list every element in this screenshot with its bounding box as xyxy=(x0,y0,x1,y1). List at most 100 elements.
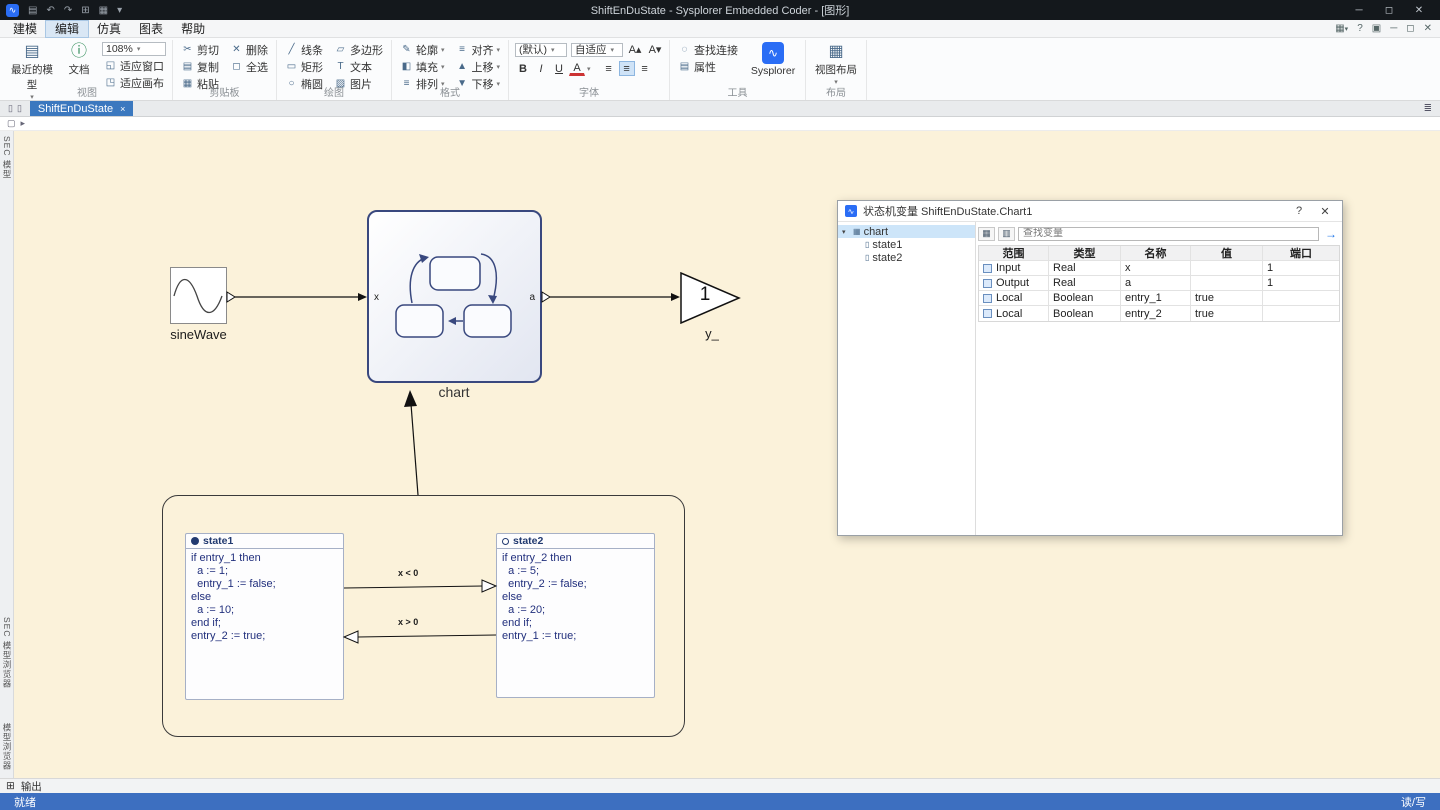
header-port[interactable]: 端口 xyxy=(1263,246,1339,260)
header-value[interactable]: 值 xyxy=(1191,246,1263,260)
fit-window-button[interactable]: ◱ 适应窗口 xyxy=(102,58,166,73)
dialog-help-button[interactable]: ? xyxy=(1289,205,1309,217)
output-panel-label[interactable]: 输出 xyxy=(21,779,42,794)
align-center-button[interactable]: ≡ xyxy=(619,61,635,76)
line-tool-button[interactable]: ╱ 线条 xyxy=(283,42,325,57)
font-color-caret-icon[interactable]: ▾ xyxy=(587,65,591,73)
font-size-select[interactable]: 自适应 ▾ xyxy=(571,43,623,57)
delete-button[interactable]: ✕ 删除 xyxy=(228,42,270,57)
font-increase-icon[interactable]: A▴ xyxy=(627,42,643,57)
view-layout-label: 视图布局 xyxy=(815,62,857,77)
copy-button[interactable]: ▤ 复制 xyxy=(179,59,221,74)
bold-button[interactable]: B xyxy=(515,61,531,76)
sinewave-block[interactable] xyxy=(170,267,227,324)
statemachine-variables-dialog[interactable]: ∿ 状态机变量 ShiftEnDuState.Chart1 ? ✕ ▾ ▦ ch… xyxy=(837,200,1343,536)
tab-list-icon[interactable]: ≣ xyxy=(1416,101,1440,116)
raise-button[interactable]: ▲ 上移 ▾ xyxy=(454,59,503,74)
state2-box[interactable]: state2 if entry_2 then a := 5; entry_2 :… xyxy=(496,533,655,698)
sysplorer-button[interactable]: ∿ Sysplorer xyxy=(747,42,799,77)
menu-modeling[interactable]: 建模 xyxy=(4,21,46,37)
dialog-close-button[interactable]: ✕ xyxy=(1315,205,1335,218)
font-color-button[interactable]: A xyxy=(569,61,585,76)
tree-item-chart[interactable]: ▾ ▦ chart xyxy=(838,225,975,238)
properties-button[interactable]: ▤ 属性 xyxy=(676,59,740,74)
table-row[interactable]: Local Boolean entry_1 true xyxy=(979,291,1339,306)
variable-icon xyxy=(983,294,992,303)
tree-expand-icon[interactable]: ▾ xyxy=(842,228,850,236)
tree-state2-label: state2 xyxy=(872,252,902,264)
font-family-value: (默认) xyxy=(519,42,547,57)
menu-chart[interactable]: 图表 xyxy=(130,21,172,37)
view-layout-button[interactable]: ▦ 视图布局 ▾ xyxy=(812,42,860,86)
mdi-restore-icon[interactable]: ◻ xyxy=(1406,23,1414,34)
menu-help[interactable]: 帮助 xyxy=(172,21,214,37)
mdi-close-icon[interactable]: ✕ xyxy=(1424,23,1432,34)
redo-icon[interactable]: ↷ xyxy=(64,5,72,16)
state1-box[interactable]: state1 if entry_1 then a := 1; entry_1 :… xyxy=(185,533,344,700)
help-icon[interactable]: ? xyxy=(1357,23,1363,34)
minimize-button[interactable]: ─ xyxy=(1344,5,1374,16)
select-all-button[interactable]: ◻ 全选 xyxy=(228,59,270,74)
tree-item-state2[interactable]: ▯ state2 xyxy=(838,251,975,264)
search-go-icon[interactable]: → xyxy=(1322,227,1340,241)
diagram-canvas[interactable]: sineWave x a chart xyxy=(14,131,1440,778)
italic-button[interactable]: I xyxy=(533,61,549,76)
polygon-tool-button[interactable]: ▱ 多边形 xyxy=(332,42,385,57)
header-type[interactable]: 类型 xyxy=(1049,246,1121,260)
table-row[interactable]: Input Real x 1 xyxy=(979,261,1339,276)
align-right-button[interactable]: ≡ xyxy=(637,61,653,76)
chart-block[interactable]: x a xyxy=(367,210,542,383)
tree-item-state1[interactable]: ▯ state1 xyxy=(838,238,975,251)
fill-button[interactable]: ◧ 填充 ▾ xyxy=(398,59,447,74)
raise-icon: ▲ xyxy=(456,61,469,72)
document-button[interactable]: ⓘ 文档 xyxy=(63,42,95,77)
align-left-button[interactable]: ≡ xyxy=(601,61,617,76)
pin-icon[interactable]: ▣ xyxy=(1372,23,1381,34)
menu-simulation[interactable]: 仿真 xyxy=(88,21,130,37)
window-layout-icon[interactable]: ▦▾ xyxy=(1335,23,1348,34)
restore-button[interactable]: ◻ xyxy=(1374,5,1404,16)
panel-icon[interactable]: ▦ xyxy=(99,5,108,16)
rect-tool-button[interactable]: ▭ 矩形 xyxy=(283,59,325,74)
font-decrease-icon[interactable]: A▾ xyxy=(647,42,663,57)
dock-tab-sec-model[interactable]: SEC 模型 xyxy=(1,136,13,179)
save-icon[interactable]: ▤ xyxy=(28,5,37,16)
header-scope[interactable]: 范围 xyxy=(979,246,1049,260)
table-row[interactable]: Output Real a 1 xyxy=(979,276,1339,291)
dialog-titlebar[interactable]: ∿ 状态机变量 ShiftEnDuState.Chart1 ? ✕ xyxy=(838,201,1342,221)
cut-button[interactable]: ✂ 剪切 xyxy=(179,42,221,57)
undo-icon[interactable]: ↶ xyxy=(46,5,54,16)
dock-tab-sec-model-browser[interactable]: SEC 模型浏览器 xyxy=(1,617,13,688)
tab-close-icon[interactable]: × xyxy=(120,104,125,114)
search-variable-input[interactable] xyxy=(1018,227,1319,241)
underline-button[interactable]: U xyxy=(551,61,567,76)
page-icon-1[interactable]: ▯ xyxy=(8,103,13,114)
header-name[interactable]: 名称 xyxy=(1121,246,1191,260)
model-cube-icon[interactable]: ▢ xyxy=(7,118,16,129)
polygon-label: 多边形 xyxy=(350,42,383,58)
transition1-label: x < 0 xyxy=(398,568,418,578)
raise-caret-icon: ▾ xyxy=(497,63,501,71)
find-connection-button[interactable]: ◌ 查找连接 xyxy=(676,42,740,57)
table-view-icon[interactable]: ▥ xyxy=(998,227,1015,241)
add-variable-icon[interactable]: ▦ xyxy=(978,227,995,241)
gain-label: y_ xyxy=(690,326,734,341)
text-tool-button[interactable]: T 文本 xyxy=(332,59,385,74)
tab-shiftendustate[interactable]: ShiftEnDuState × xyxy=(30,101,133,116)
menu-edit[interactable]: 编辑 xyxy=(46,21,88,37)
toolbar-caret-icon[interactable]: ▾ xyxy=(117,5,122,16)
table-row[interactable]: Local Boolean entry_2 true xyxy=(979,306,1339,321)
output-grid-icon[interactable]: ⊞ xyxy=(6,780,15,792)
close-button[interactable]: ✕ xyxy=(1404,5,1434,16)
dock-tab-model-browser[interactable]: 模型浏览器 xyxy=(1,723,13,771)
zoom-select[interactable]: 108% ▾ xyxy=(102,42,166,56)
mdi-minimize-icon[interactable]: ─ xyxy=(1390,23,1397,34)
page-icon-2[interactable]: ▯ xyxy=(17,103,22,114)
grid-icon[interactable]: ⊞ xyxy=(81,5,89,16)
left-dock-strip: SEC 模型 SEC 模型浏览器 模型浏览器 xyxy=(0,131,14,778)
titlebar-quick-icons: ∿ ▤ ↶ ↷ ⊞ ▦ ▾ xyxy=(6,4,122,17)
outline-button[interactable]: ✎ 轮廓 ▾ xyxy=(398,42,447,57)
font-family-select[interactable]: (默认) ▾ xyxy=(515,43,567,57)
statusbar: 就绪 读/写 xyxy=(0,793,1440,810)
align-button[interactable]: ≡ 对齐 ▾ xyxy=(454,42,503,57)
